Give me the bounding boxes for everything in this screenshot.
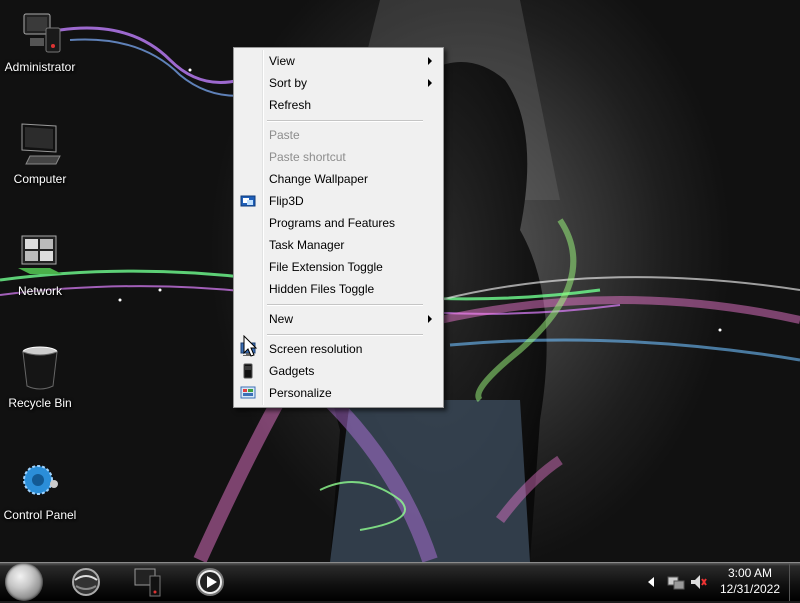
menu-item-label: Refresh (269, 98, 312, 112)
menu-item-label: Sort by (269, 76, 308, 90)
menu-item-label: Task Manager (269, 238, 345, 252)
media-player-icon (196, 568, 224, 596)
menu-item-label: Screen resolution (269, 342, 363, 356)
submenu-arrow-icon (428, 315, 432, 323)
menu-item-label: Paste shortcut (269, 150, 346, 164)
menu-item-label: Change Wallpaper (269, 172, 368, 186)
flip3d-icon (240, 193, 256, 209)
user-folder-icon (16, 8, 64, 56)
menu-item-hidden-files-toggle[interactable]: Hidden Files Toggle (236, 278, 441, 300)
desktop-icon-label: Control Panel (3, 508, 77, 522)
menu-separator (267, 304, 423, 306)
menu-item-label: View (269, 54, 295, 68)
menu-item-label: Gadgets (269, 364, 315, 378)
desktop-context-menu: View Sort by Refresh Paste Paste shortcu… (233, 47, 444, 408)
show-hidden-icons-arrow-icon[interactable] (648, 577, 654, 587)
menu-item-task-manager[interactable]: Task Manager (236, 234, 441, 256)
menu-item-gadgets[interactable]: Gadgets (236, 360, 441, 382)
menu-item-sort-by[interactable]: Sort by (236, 72, 441, 94)
network-tray-icon[interactable] (667, 573, 685, 591)
recycle-bin-icon (16, 344, 64, 392)
desktop-icon-recycle-bin[interactable]: Recycle Bin (0, 344, 80, 410)
menu-item-label: Programs and Features (269, 216, 396, 230)
menu-item-new[interactable]: New (236, 308, 441, 330)
menu-item-file-extension-toggle[interactable]: File Extension Toggle (236, 256, 441, 278)
show-desktop-button[interactable] (789, 563, 800, 601)
personalize-icon (240, 385, 256, 401)
menu-item-label: Personalize (269, 386, 332, 400)
computer-explorer-icon (134, 568, 161, 597)
network-icon (16, 232, 64, 280)
submenu-arrow-icon (428, 57, 432, 65)
menu-item-screen-resolution[interactable]: Screen resolution (236, 338, 441, 360)
clock-time: 3:00 AM (727, 566, 773, 580)
menu-item-programs-and-features[interactable]: Programs and Features (236, 212, 441, 234)
menu-separator (267, 334, 423, 336)
computer-icon (16, 120, 64, 168)
system-clock[interactable]: 3:00 AM 12/31/2022 (712, 565, 788, 597)
menu-item-paste-shortcut[interactable]: Paste shortcut (236, 146, 441, 168)
menu-separator (267, 120, 423, 122)
control-panel-icon (16, 456, 64, 504)
menu-item-personalize[interactable]: Personalize (236, 382, 441, 404)
desktop-icon-computer[interactable]: Computer (0, 120, 80, 186)
menu-item-label: New (269, 312, 294, 326)
menu-item-label: Hidden Files Toggle (269, 282, 375, 296)
desktop-icon-label: Network (17, 284, 62, 298)
desktop-icon-administrator[interactable]: Administrator (0, 8, 80, 74)
desktop-icon-label: Computer (13, 172, 67, 186)
menu-item-change-wallpaper[interactable]: Change Wallpaper (236, 168, 441, 190)
menu-item-paste[interactable]: Paste (236, 124, 441, 146)
taskbar-media-player-button[interactable] (194, 566, 226, 598)
desktop-icon-label: Recycle Bin (8, 396, 72, 410)
menu-item-label: Paste (269, 128, 300, 142)
gadgets-icon (240, 363, 256, 379)
menu-item-view[interactable]: View (236, 50, 441, 72)
menu-item-label: Flip3D (269, 194, 304, 208)
menu-item-refresh[interactable]: Refresh (236, 94, 441, 116)
start-orb-button[interactable] (5, 563, 43, 601)
desktop-icon-network[interactable]: Network (0, 232, 80, 298)
menu-item-label: File Extension Toggle (269, 260, 383, 274)
desktop-icon-label: Administrator (4, 60, 76, 74)
clock-date: 12/31/2022 (719, 582, 781, 596)
desktop-icon-control-panel[interactable]: Control Panel (0, 456, 80, 522)
submenu-arrow-icon (428, 79, 432, 87)
volume-tray-icon[interactable] (689, 573, 707, 591)
taskbar-explorer-button[interactable] (132, 566, 164, 598)
browser-globe-icon (72, 568, 100, 596)
taskbar-browser-button[interactable] (70, 566, 102, 598)
menu-item-flip3d[interactable]: Flip3D (236, 190, 441, 212)
taskbar: 3:00 AM 12/31/2022 (0, 562, 800, 601)
mouse-cursor-icon (243, 335, 258, 357)
